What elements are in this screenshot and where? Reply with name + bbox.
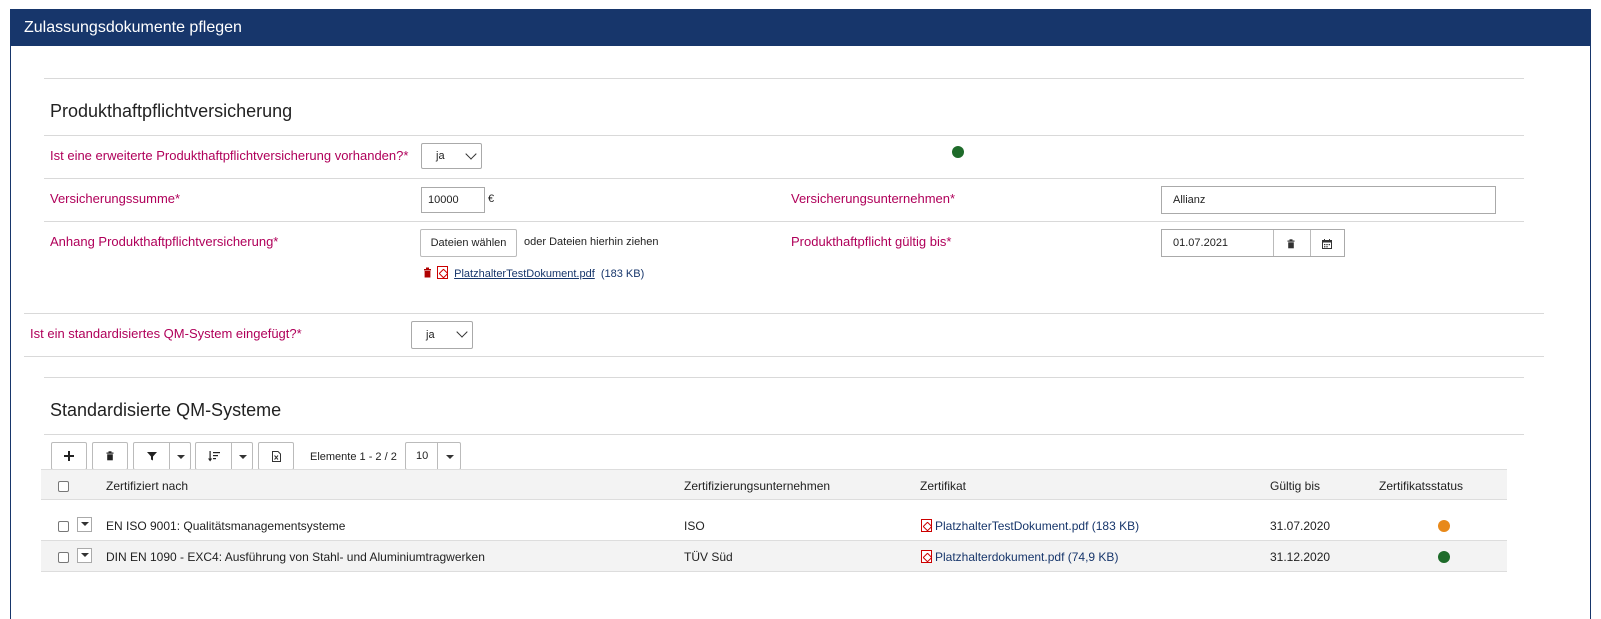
export-excel-button[interactable] bbox=[258, 442, 294, 470]
divider bbox=[44, 221, 1524, 222]
choose-files-button[interactable]: Dateien wählen bbox=[420, 229, 517, 257]
extended-insurance-select[interactable]: ja bbox=[421, 143, 482, 169]
table-row[interactable]: EN ISO 9001: Qualitätsmanagementsysteme … bbox=[41, 510, 1507, 541]
cell-company: ISO bbox=[684, 519, 705, 533]
certificate-link[interactable]: Platzhalterdokument.pdf (74,9 KB) bbox=[935, 550, 1118, 564]
column-header[interactable]: Zertifikatsstatus bbox=[1379, 479, 1463, 493]
select-value: ja bbox=[436, 150, 445, 162]
table-header: Zertifiziert nach Zertifizierungsunterne… bbox=[41, 469, 1507, 500]
cell-valid-until: 31.12.2020 bbox=[1270, 550, 1331, 564]
trash-icon[interactable] bbox=[1287, 239, 1295, 249]
section-title-qm: Standardisierte QM-Systeme bbox=[50, 400, 282, 420]
divider bbox=[44, 78, 1524, 79]
cell-standard: EN ISO 9001: Qualitätsmanagementsysteme bbox=[106, 519, 346, 533]
valid-until-label: Produkthaftpflicht gültig bis* bbox=[791, 234, 952, 249]
sort-icon bbox=[208, 451, 220, 462]
divider bbox=[231, 443, 232, 469]
divider bbox=[1310, 230, 1311, 256]
table-row[interactable]: DIN EN 1090 - EXC4: Ausführung von Stahl… bbox=[41, 541, 1507, 572]
delete-button[interactable] bbox=[92, 442, 128, 470]
cell-certificate: Platzhalterdokument.pdf (74,9 KB) bbox=[921, 550, 1118, 564]
qm-question-select[interactable]: ja bbox=[411, 321, 473, 349]
row-checkbox[interactable] bbox=[58, 552, 69, 563]
trash-icon[interactable] bbox=[423, 267, 432, 278]
trash-icon bbox=[106, 451, 114, 461]
filter-icon bbox=[147, 452, 157, 461]
cell-company: TÜV Süd bbox=[684, 550, 733, 564]
section-title-insurance: Produkthaftpflichtversicherung bbox=[50, 101, 293, 121]
divider bbox=[1273, 230, 1274, 256]
row-menu-dropdown[interactable] bbox=[77, 548, 92, 563]
excel-icon bbox=[271, 450, 281, 462]
column-header[interactable]: Zertifikat bbox=[920, 479, 966, 493]
insurance-company-input[interactable]: Allianz bbox=[1161, 186, 1496, 214]
certificate-link[interactable]: PlatzhalterTestDokument.pdf (183 KB) bbox=[935, 519, 1139, 533]
pdf-icon bbox=[921, 519, 932, 532]
column-header[interactable]: Zertifiziert nach bbox=[106, 479, 188, 493]
page-size-value: 10 bbox=[416, 450, 429, 462]
divider bbox=[24, 356, 1544, 357]
chevron-down-icon bbox=[177, 455, 185, 459]
chevron-down-icon bbox=[456, 326, 468, 338]
extended-insurance-label: Ist eine erweiterte Produkthaftpflichtve… bbox=[50, 148, 409, 163]
certificate-status-indicator bbox=[1438, 551, 1450, 563]
chevron-down-icon bbox=[239, 455, 247, 459]
attachment-label: Anhang Produkthaftpflichtversicherung* bbox=[50, 234, 279, 249]
items-count: Elemente 1 - 2 / 2 bbox=[310, 451, 397, 463]
valid-until-value: 01.07.2021 bbox=[1173, 237, 1229, 249]
pdf-icon bbox=[437, 266, 449, 279]
insurance-sum-input[interactable]: 10000 bbox=[421, 187, 485, 213]
currency-symbol: € bbox=[488, 193, 495, 205]
divider bbox=[44, 434, 1524, 435]
chevron-down-icon bbox=[465, 148, 477, 160]
divider bbox=[44, 178, 1524, 179]
attachment-file: PlatzhalterTestDokument.pdf (183 KB) bbox=[423, 266, 644, 280]
cell-valid-until: 31.07.2020 bbox=[1270, 519, 1331, 533]
add-button[interactable] bbox=[51, 442, 87, 470]
valid-until-input[interactable]: 01.07.2021 bbox=[1161, 229, 1345, 257]
attachment-file-link[interactable]: PlatzhalterTestDokument.pdf bbox=[454, 268, 595, 280]
cell-certificate: PlatzhalterTestDokument.pdf (183 KB) bbox=[921, 519, 1139, 533]
insurance-company-label: Versicherungsunternehmen* bbox=[791, 191, 956, 206]
cell-standard: DIN EN 1090 - EXC4: Ausführung von Stahl… bbox=[106, 550, 485, 564]
sort-button[interactable] bbox=[195, 442, 253, 470]
calendar-icon[interactable] bbox=[1322, 239, 1332, 249]
certificate-status-indicator bbox=[1438, 520, 1450, 532]
insurance-status-indicator bbox=[952, 146, 964, 158]
row-checkbox[interactable] bbox=[58, 521, 69, 532]
filter-button[interactable] bbox=[133, 442, 191, 470]
divider bbox=[169, 443, 170, 469]
plus-icon bbox=[64, 451, 74, 461]
row-menu-dropdown[interactable] bbox=[77, 517, 92, 532]
divider bbox=[24, 313, 1544, 314]
page-size-select[interactable]: 10 bbox=[405, 442, 461, 470]
qm-question-label: Ist ein standardisiertes QM-System einge… bbox=[30, 326, 302, 341]
drop-hint: oder Dateien hierhin ziehen bbox=[524, 236, 659, 248]
divider bbox=[44, 135, 1524, 136]
column-header[interactable]: Zertifizierungsunternehmen bbox=[684, 479, 830, 493]
panel-title: Zulassungsdokumente pflegen bbox=[11, 10, 1590, 46]
insurance-sum-label: Versicherungssumme* bbox=[50, 191, 181, 206]
column-header[interactable]: Gültig bis bbox=[1270, 479, 1320, 493]
pdf-icon bbox=[921, 550, 932, 563]
select-value: ja bbox=[426, 329, 435, 341]
chevron-down-icon bbox=[446, 455, 454, 459]
divider bbox=[44, 377, 1524, 378]
divider bbox=[437, 443, 438, 469]
select-all-checkbox[interactable] bbox=[58, 481, 69, 492]
attachment-file-size: (183 KB) bbox=[600, 268, 645, 280]
